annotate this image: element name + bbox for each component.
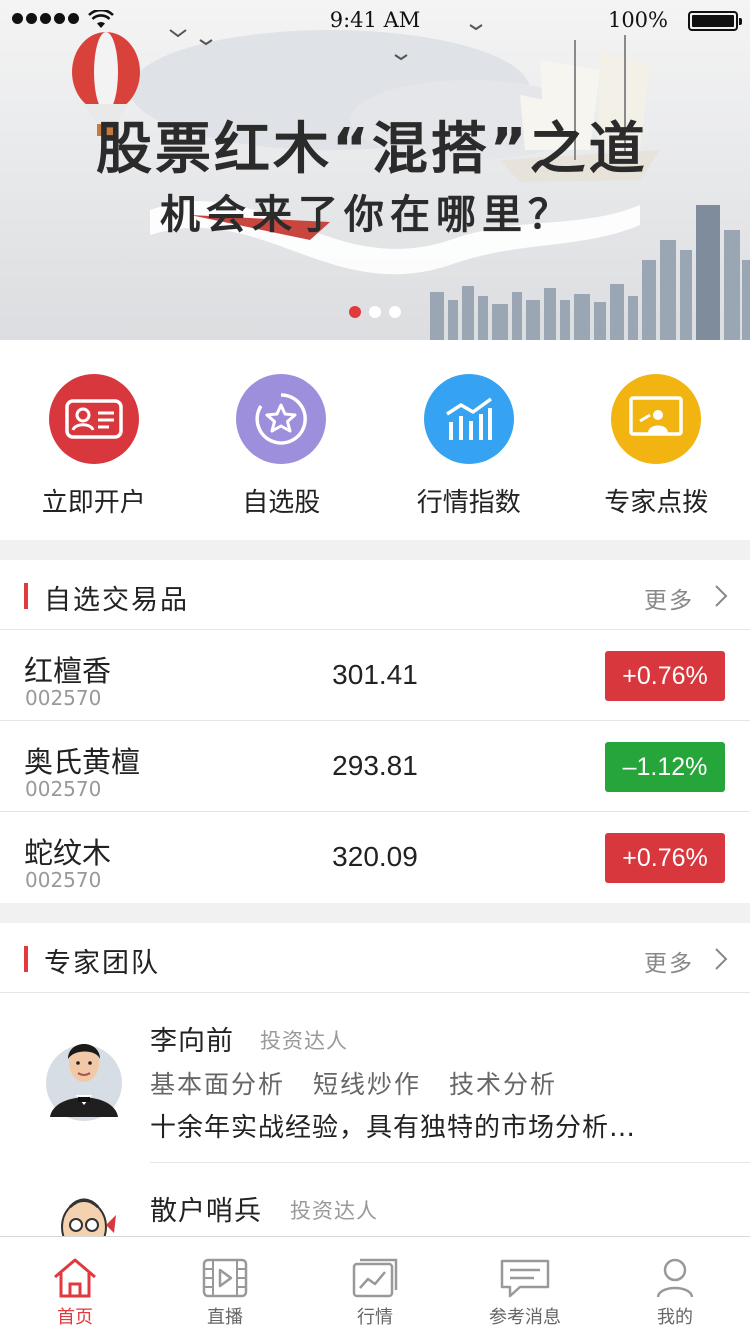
- tab-live[interactable]: 直播: [150, 1237, 300, 1334]
- expert-name: 散户哨兵: [150, 1196, 262, 1227]
- section-header: 专家团队 更多: [0, 923, 750, 993]
- tab-profile[interactable]: 我的: [600, 1237, 750, 1334]
- change-badge: +0.76%: [605, 833, 725, 883]
- promo-banner[interactable]: 股票红木“混搭”之道 机会来了你在哪里？: [0, 0, 750, 340]
- tab-label: 行情: [357, 1307, 393, 1328]
- pagination-dot[interactable]: [389, 306, 401, 318]
- tab-home[interactable]: 首页: [0, 1237, 150, 1334]
- tab-market[interactable]: 行情: [300, 1237, 450, 1334]
- quick-entry-expert-tips[interactable]: 专家点拨: [563, 340, 750, 540]
- market-chart-icon: [352, 1258, 398, 1298]
- expert-tags: 基本面分析 短线炒作 技术分析: [150, 1065, 557, 1101]
- avatar: [46, 1044, 122, 1121]
- watchlist-section: 自选交易品 更多 红檀香 002570 301.41 +0.76% 奥氏黄檀 0…: [0, 560, 750, 903]
- status-bar: 9:41 AM 100%: [0, 0, 750, 40]
- quick-entry-label: 行情指数: [416, 488, 521, 518]
- quick-entry-label: 自选股: [242, 488, 321, 518]
- chevron-right-icon[interactable]: [714, 584, 728, 608]
- id-card-icon: [48, 374, 139, 464]
- expert-name: 李向前: [150, 1026, 234, 1057]
- tab-label: 首页: [57, 1307, 93, 1328]
- section-accent-bar: [24, 583, 28, 609]
- chevron-right-icon[interactable]: [714, 947, 728, 971]
- pagination-dot[interactable]: [349, 306, 361, 318]
- tab-label: 直播: [207, 1307, 243, 1328]
- quick-entry-label: 专家点拨: [604, 488, 709, 518]
- expert-role: 投资达人: [290, 1199, 378, 1223]
- banner-subtitle: 机会来了你在哪里？: [160, 192, 574, 238]
- more-link[interactable]: 更多: [644, 581, 694, 615]
- expert-card[interactable]: 李向前 投资达人 基本面分析 短线炒作 技术分析 十余年实战经验，具有独特的市场…: [0, 993, 750, 1163]
- bottom-tab-bar: 首页 直播 行情 参考消息 我的: [0, 1236, 750, 1334]
- presentation-icon: [611, 374, 702, 464]
- bar-chart-icon: [423, 374, 514, 464]
- avatar: [61, 1198, 116, 1236]
- expert-description: 十余年实战经验，具有独特的市场分析…: [150, 1113, 637, 1143]
- quick-entry-label: 立即开户: [41, 488, 146, 518]
- trade-row[interactable]: 奥氏黄檀 002570 293.81 –1.12%: [0, 721, 750, 812]
- quick-entry-grid: 立即开户 自选股 行情指数 专家点拨: [0, 340, 750, 540]
- banner-title: 股票红木“混搭”之道: [96, 117, 648, 182]
- user-icon: [656, 1258, 694, 1298]
- section-header: 自选交易品 更多: [0, 560, 750, 630]
- battery-percent: 100%: [607, 8, 668, 32]
- expert-card[interactable]: 散户哨兵 投资达人: [0, 1163, 750, 1236]
- tab-label: 参考消息: [489, 1307, 561, 1328]
- expert-tag: 基本面分析: [150, 1070, 286, 1099]
- trade-row[interactable]: 蛇纹木 002570 320.09 +0.76%: [0, 812, 750, 903]
- video-icon: [202, 1258, 248, 1298]
- change-badge: +0.76%: [605, 651, 725, 701]
- home-icon: [54, 1258, 96, 1298]
- quick-entry-market-index[interactable]: 行情指数: [375, 340, 563, 540]
- star-icon: [236, 374, 327, 464]
- tab-reference-news[interactable]: 参考消息: [450, 1237, 600, 1334]
- section-title: 专家团队: [44, 948, 160, 979]
- section-title: 自选交易品: [44, 585, 189, 616]
- expert-tag: 技术分析: [449, 1070, 558, 1099]
- battery-icon: [688, 11, 742, 31]
- quick-entry-watchlist[interactable]: 自选股: [188, 340, 376, 540]
- change-badge: –1.12%: [605, 742, 725, 792]
- home-screen: 股票红木“混搭”之道 机会来了你在哪里？ 9:41 AM 100% 立即开户 自…: [0, 0, 750, 1334]
- message-icon: [500, 1259, 550, 1298]
- expert-tag: 短线炒作: [313, 1070, 422, 1099]
- banner-pagination[interactable]: [349, 306, 401, 318]
- trade-row[interactable]: 红檀香 002570 301.41 +0.76%: [0, 630, 750, 721]
- expert-team-section: 专家团队 更多 李向前 投资达人 基本面分析 短线炒作 技术分析 十余年实战经验…: [0, 923, 750, 1236]
- pagination-dot[interactable]: [369, 306, 381, 318]
- quick-entry-open-account[interactable]: 立即开户: [0, 340, 188, 540]
- more-link[interactable]: 更多: [644, 944, 694, 978]
- section-accent-bar: [24, 946, 28, 972]
- expert-role: 投资达人: [260, 1029, 348, 1053]
- tab-label: 我的: [657, 1307, 693, 1328]
